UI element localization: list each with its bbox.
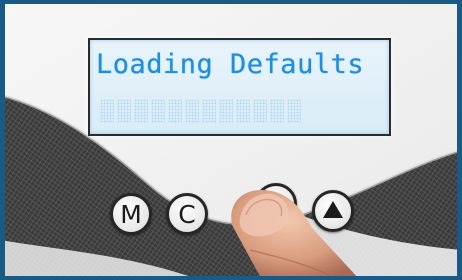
lcd-cell	[117, 99, 131, 123]
lcd-display: Loading Defaults	[88, 38, 391, 136]
menu-button-label: M	[120, 199, 142, 229]
menu-button[interactable]: M	[110, 193, 152, 235]
photo-frame-right	[457, 0, 462, 280]
lcd-cell	[270, 99, 284, 123]
lcd-cell	[287, 99, 301, 123]
lcd-second-row	[100, 99, 301, 123]
lcd-cell	[100, 99, 114, 123]
cancel-button[interactable]: C	[166, 193, 208, 235]
photo-frame-bottom	[0, 276, 462, 280]
photo-frame-left	[0, 0, 5, 280]
blank-button[interactable]	[255, 183, 297, 225]
lcd-cell	[168, 99, 182, 123]
device-control-panel-photo: Loading Defaults M C	[0, 0, 462, 280]
lcd-cell	[185, 99, 199, 123]
up-button[interactable]	[312, 190, 354, 232]
lcd-cell	[219, 99, 233, 123]
lcd-cell	[253, 99, 267, 123]
triangle-up-icon	[323, 200, 343, 218]
lcd-cell	[236, 99, 250, 123]
cancel-button-label: C	[178, 199, 196, 229]
lcd-cell	[134, 99, 148, 123]
lcd-cell	[202, 99, 216, 123]
lcd-cell	[151, 99, 165, 123]
lcd-status-text: Loading Defaults	[96, 49, 365, 80]
photo-frame-top	[0, 0, 462, 4]
